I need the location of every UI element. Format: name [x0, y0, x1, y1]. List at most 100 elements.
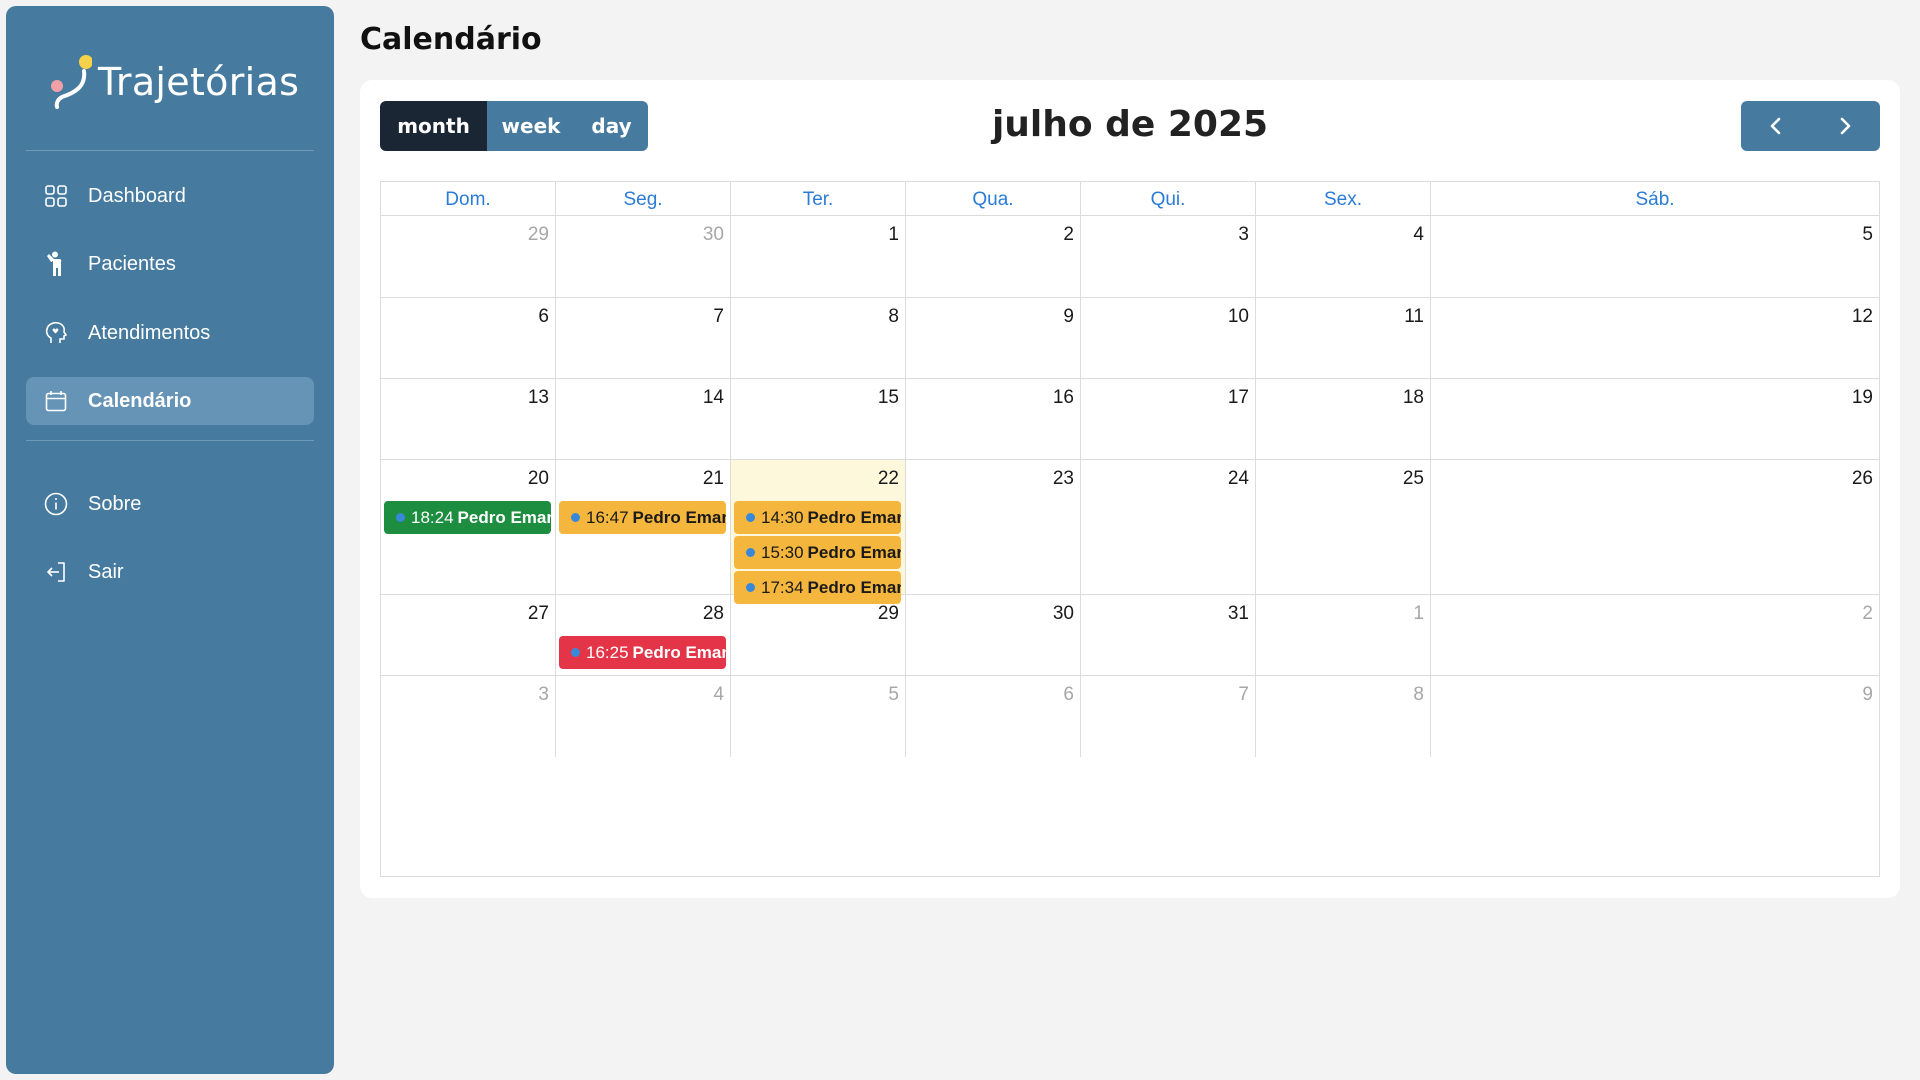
previous-button[interactable] [1741, 101, 1811, 151]
calendar-event[interactable]: 18:24Pedro Emanuel [384, 501, 551, 534]
day-cell[interactable]: 29 [731, 595, 906, 676]
calendar-event[interactable]: 14:30Pedro Emanuel [734, 501, 901, 534]
day-number[interactable]: 17 [1228, 387, 1249, 409]
day-number[interactable]: 18 [1403, 387, 1424, 409]
day-cell[interactable]: 17 [1081, 379, 1256, 460]
day-cell[interactable]: 21 16:47Pedro Emanuel [556, 460, 731, 595]
day-cell[interactable]: 25 [1256, 460, 1431, 595]
day-number[interactable]: 4 [713, 684, 724, 706]
sidebar-item-sobre[interactable]: Sobre [26, 480, 314, 528]
day-number[interactable]: 27 [528, 603, 549, 625]
day-number[interactable]: 9 [1063, 306, 1074, 328]
calendar-event[interactable]: 15:30Pedro Emanuel [734, 536, 901, 569]
day-number[interactable]: 13 [528, 387, 549, 409]
day-cell[interactable]: 8 [1256, 676, 1431, 757]
day-number[interactable]: 3 [1238, 224, 1249, 246]
day-number[interactable]: 15 [878, 387, 899, 409]
day-number[interactable]: 8 [888, 306, 899, 328]
day-cell[interactable]: 10 [1081, 298, 1256, 379]
day-cell[interactable]: 7 [556, 298, 731, 379]
day-cell[interactable]: 24 [1081, 460, 1256, 595]
day-number[interactable]: 24 [1228, 468, 1249, 490]
day-number[interactable]: 4 [1413, 224, 1424, 246]
day-cell[interactable]: 13 [381, 379, 556, 460]
day-number[interactable]: 25 [1403, 468, 1424, 490]
day-cell[interactable]: 5 [731, 676, 906, 757]
day-cell[interactable]: 15 [731, 379, 906, 460]
week-view-button[interactable]: week [487, 101, 575, 151]
day-cell[interactable]: 9 [1431, 676, 1879, 757]
next-button[interactable] [1811, 101, 1881, 151]
month-view-button[interactable]: month [380, 101, 487, 151]
day-cell[interactable]: 23 [906, 460, 1081, 595]
sidebar-item-calendario[interactable]: Calendário [26, 377, 314, 425]
day-cell[interactable]: 2214:30Pedro Emanuel15:30Pedro Emanuel17… [731, 460, 906, 604]
day-number[interactable]: 29 [878, 603, 899, 625]
day-cell[interactable]: 30 [556, 216, 731, 298]
day-number[interactable]: 5 [1862, 224, 1873, 246]
day-number[interactable]: 7 [1238, 684, 1249, 706]
day-number[interactable]: 31 [1228, 603, 1249, 625]
day-cell[interactable]: 14 [556, 379, 731, 460]
day-number[interactable]: 22 [878, 468, 899, 490]
day-number[interactable]: 1 [888, 224, 899, 246]
day-cell[interactable]: 2 [1431, 595, 1879, 676]
day-cell[interactable]: 16 [906, 379, 1081, 460]
day-cell[interactable]: 1 [731, 216, 906, 298]
day-number[interactable]: 8 [1413, 684, 1424, 706]
day-number[interactable]: 11 [1404, 306, 1424, 328]
sidebar-item-sair[interactable]: Sair [26, 548, 314, 596]
day-number[interactable]: 12 [1852, 306, 1873, 328]
day-number[interactable]: 19 [1852, 387, 1873, 409]
day-cell[interactable]: 31 [1081, 595, 1256, 676]
day-number[interactable]: 9 [1862, 684, 1873, 706]
day-cell[interactable]: 3 [1081, 216, 1256, 298]
day-number[interactable]: 3 [538, 684, 549, 706]
day-cell[interactable]: 26 [1431, 460, 1879, 595]
day-cell[interactable]: 12 [1431, 298, 1879, 379]
day-number[interactable]: 26 [1852, 468, 1873, 490]
day-cell[interactable]: 20 18:24Pedro Emanuel [381, 460, 556, 595]
day-number[interactable]: 2 [1063, 224, 1074, 246]
day-number[interactable]: 30 [703, 224, 724, 246]
app-logo[interactable]: Trajetórias [48, 46, 299, 116]
day-number[interactable]: 6 [538, 306, 549, 328]
sidebar-item-pacientes[interactable]: Pacientes [26, 240, 314, 288]
day-number[interactable]: 20 [528, 468, 549, 490]
day-cell[interactable]: 2 [906, 216, 1081, 298]
day-number[interactable]: 23 [1053, 468, 1074, 490]
day-number[interactable]: 28 [703, 603, 724, 625]
day-number[interactable]: 16 [1053, 387, 1074, 409]
day-cell[interactable]: 29 [381, 216, 556, 298]
day-cell[interactable]: 9 [906, 298, 1081, 379]
day-number[interactable]: 14 [703, 387, 724, 409]
day-number[interactable]: 1 [1413, 603, 1424, 625]
day-number[interactable]: 7 [713, 306, 724, 328]
day-cell[interactable]: 11 [1256, 298, 1431, 379]
day-cell[interactable]: 4 [1256, 216, 1431, 298]
day-cell[interactable]: 7 [1081, 676, 1256, 757]
day-number[interactable]: 30 [1053, 603, 1074, 625]
day-number[interactable]: 21 [703, 468, 724, 490]
calendar-event[interactable]: 16:47Pedro Emanuel [559, 501, 726, 534]
day-number[interactable]: 5 [888, 684, 899, 706]
day-view-button[interactable]: day [575, 101, 648, 151]
day-cell[interactable]: 3 [381, 676, 556, 757]
day-cell[interactable]: 5 [1431, 216, 1879, 298]
day-cell[interactable]: 28 16:25Pedro Emanuel [556, 595, 731, 676]
day-number[interactable]: 6 [1063, 684, 1074, 706]
sidebar-item-atendimentos[interactable]: Atendimentos [26, 309, 314, 357]
day-cell[interactable]: 27 [381, 595, 556, 676]
calendar-event[interactable]: 16:25Pedro Emanuel [559, 636, 726, 669]
day-number[interactable]: 2 [1862, 603, 1873, 625]
sidebar-item-dashboard[interactable]: Dashboard [26, 172, 314, 220]
day-cell[interactable]: 6 [906, 676, 1081, 757]
day-cell[interactable]: 18 [1256, 379, 1431, 460]
day-cell[interactable]: 6 [381, 298, 556, 379]
day-cell[interactable]: 30 [906, 595, 1081, 676]
day-cell[interactable]: 1 [1256, 595, 1431, 676]
day-number[interactable]: 29 [528, 224, 549, 246]
day-cell[interactable]: 4 [556, 676, 731, 757]
day-cell[interactable]: 19 [1431, 379, 1879, 460]
day-number[interactable]: 10 [1228, 306, 1249, 328]
